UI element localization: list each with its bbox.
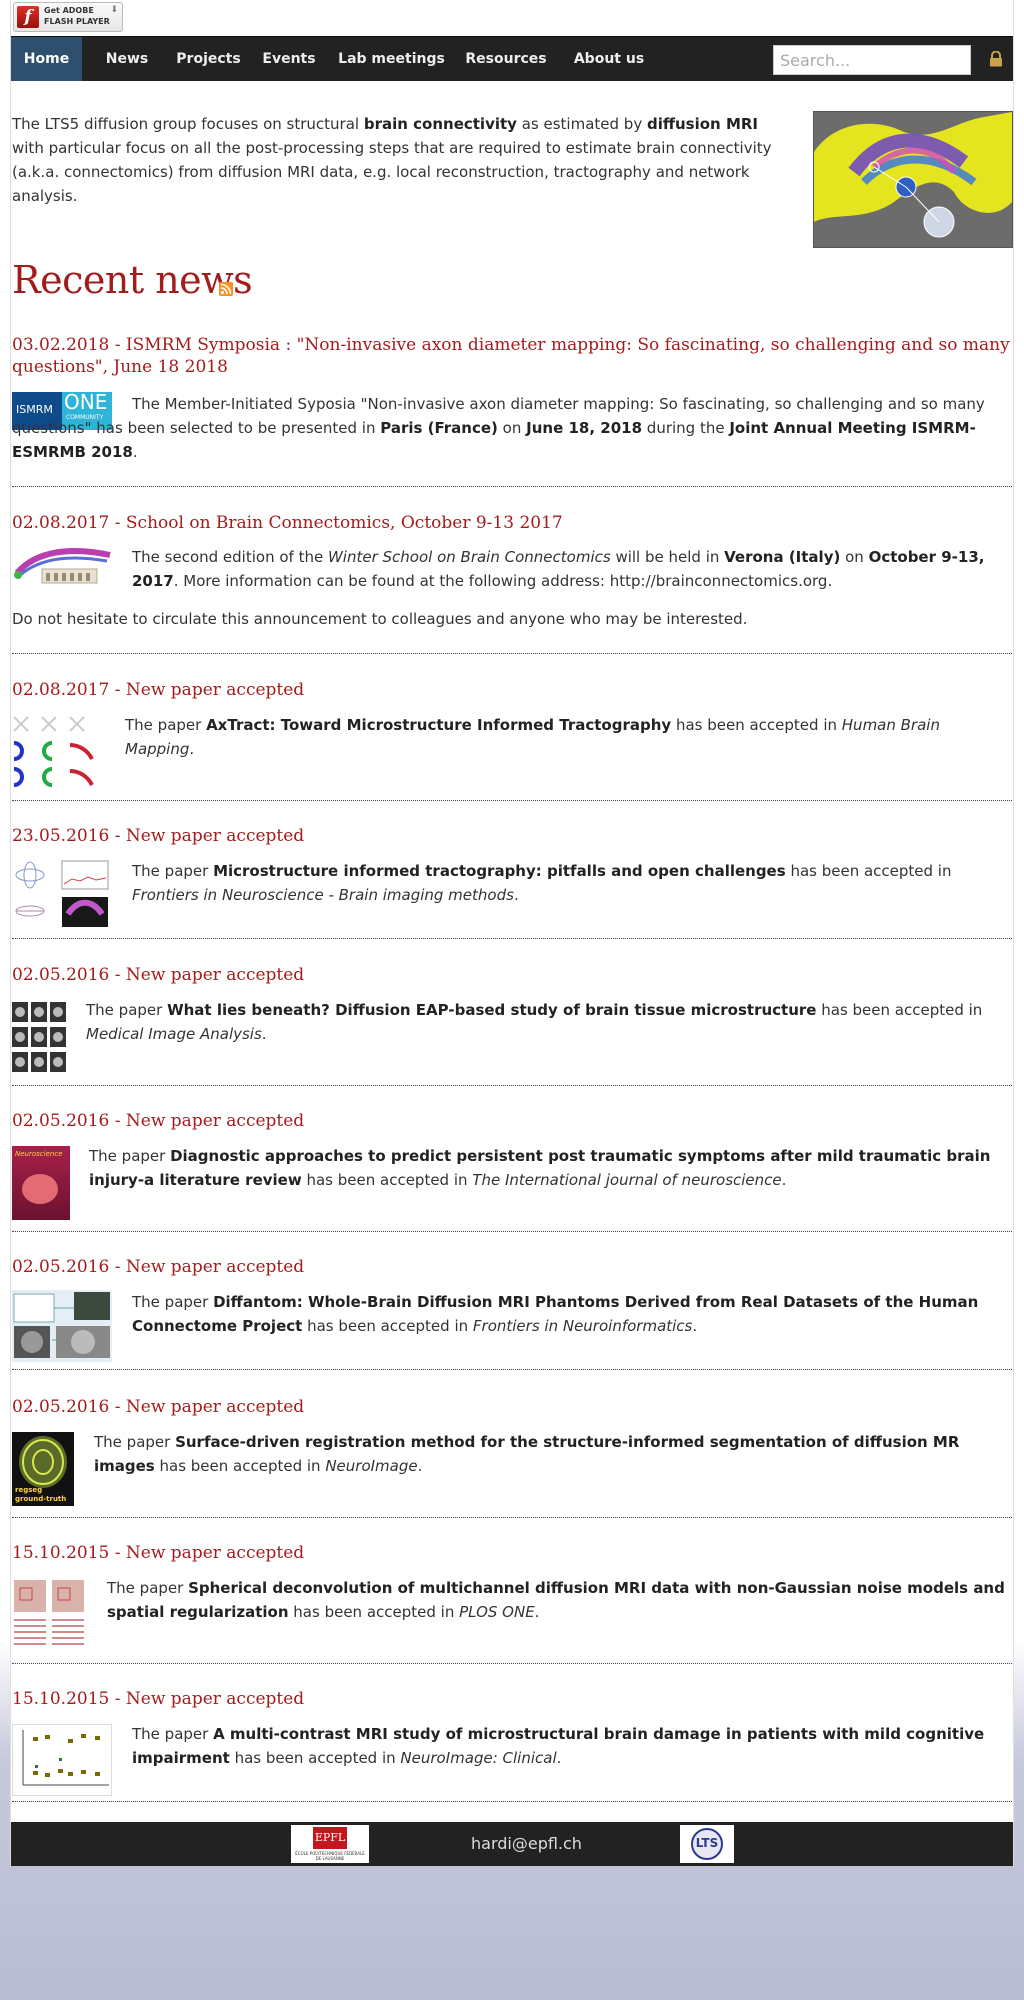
- news-separator: [12, 653, 1012, 654]
- news-separator: [12, 1801, 1012, 1802]
- news-separator: [12, 1369, 1012, 1370]
- news-item-body: The paper Spherical deconvolution of mul…: [107, 1579, 1005, 1621]
- news-item-title[interactable]: 03.02.2018 - ISMRM Symposia : "Non-invas…: [12, 334, 1012, 378]
- mci-study-thumbnail: [12, 1724, 112, 1796]
- nav-events[interactable]: Events: [254, 37, 324, 81]
- nav-lab-meetings[interactable]: Lab meetings: [333, 37, 450, 81]
- paper-title: AxTract: Toward Microstructure Informed …: [206, 716, 672, 734]
- news-item-body: The second edition of the Winter School …: [12, 548, 985, 628]
- regseg-thumbnail: regseg ground-truth: [12, 1432, 74, 1506]
- paper-title: Spherical deconvolution of multichannel …: [107, 1579, 1005, 1621]
- journal-name: NeuroImage: Clinical: [400, 1749, 557, 1767]
- news-item-body: The paper Diffantom: Whole-Brain Diffusi…: [132, 1293, 979, 1335]
- navbar: Home News Projects Events Lab meetings R…: [11, 36, 1013, 81]
- neuroscience-journal-thumbnail: Neuroscience: [12, 1146, 70, 1220]
- news-separator: [12, 1663, 1012, 1664]
- nav-resources[interactable]: Resources: [459, 37, 553, 81]
- news-item-title[interactable]: 02.05.2016 - New paper accepted: [12, 1110, 1012, 1132]
- lock-icon[interactable]: [989, 51, 1003, 67]
- paper-title: What lies beneath? Diffusion EAP-based s…: [167, 1001, 817, 1019]
- spherical-deconvolution-thumbnail: [12, 1578, 86, 1652]
- search-input[interactable]: [773, 45, 971, 75]
- news-item: 02.05.2016 - New paper accepted The pape…: [12, 964, 1012, 1086]
- page-container: f Get ADOBE FLASH PLAYER ⬇ Home News Pro…: [10, 0, 1014, 1866]
- news-item: 02.08.2017 - New paper accepted The pape…: [12, 679, 1012, 801]
- news-item-title[interactable]: 02.05.2016 - New paper accepted: [12, 964, 1012, 986]
- news-item-title[interactable]: 02.05.2016 - New paper accepted: [12, 1256, 1012, 1278]
- axtract-thumbnail: [12, 713, 106, 791]
- news-separator: [12, 1517, 1012, 1518]
- flash-player-badge[interactable]: f Get ADOBE FLASH PLAYER ⬇: [13, 2, 123, 32]
- epfl-logo[interactable]: EPFL ÉCOLE POLYTECHNIQUE FÉDÉRALE DE LAU…: [291, 1825, 369, 1863]
- diffantom-thumbnail: [12, 1290, 112, 1362]
- news-item-title[interactable]: 23.05.2016 - New paper accepted: [12, 825, 1012, 847]
- news-item-body: The paper What lies beneath? Diffusion E…: [86, 1001, 983, 1043]
- news-separator: [12, 938, 1012, 939]
- news-item: 23.05.2016 - New paper accepted The pape…: [12, 825, 1012, 939]
- news-item-title[interactable]: 02.05.2016 - New paper accepted: [12, 1396, 1012, 1418]
- footer: EPFL ÉCOLE POLYTECHNIQUE FÉDÉRALE DE LAU…: [11, 1822, 1013, 1866]
- news-item-body: The paper AxTract: Toward Microstructure…: [125, 716, 940, 758]
- eap-study-thumbnail: [12, 1002, 67, 1074]
- journal-name: Medical Image Analysis: [86, 1025, 262, 1043]
- intro-paragraph: The LTS5 diffusion group focuses on stru…: [12, 115, 772, 205]
- news-item: 03.02.2018 - ISMRM Symposia : "Non-invas…: [12, 334, 1012, 487]
- news-item-body: The Member-Initiated Syposia "Non-invasi…: [12, 395, 985, 461]
- news-item: 02.08.2017 - School on Brain Connectomic…: [12, 512, 1012, 654]
- news-item: 15.10.2015 - New paper accepted The pape…: [12, 1688, 1012, 1802]
- journal-name: Frontiers in Neuroscience - Brain imagin…: [132, 886, 514, 904]
- news-separator: [12, 1231, 1012, 1232]
- news-item-title[interactable]: 02.08.2017 - School on Brain Connectomic…: [12, 512, 1012, 534]
- news-separator: [12, 1085, 1012, 1086]
- news-item: 02.05.2016 - New paper accepted Neurosci…: [12, 1110, 1012, 1232]
- news-item-body: The paper Surface-driven registration me…: [94, 1433, 960, 1475]
- download-arrow-icon: ⬇: [110, 5, 118, 15]
- nav-projects[interactable]: Projects: [166, 37, 251, 81]
- brain-connectivity-image: [813, 111, 1013, 248]
- recent-news-heading: Recent news: [12, 258, 253, 302]
- news-item-body: The paper A multi-contrast MRI study of …: [132, 1725, 985, 1767]
- rss-feed-icon[interactable]: [219, 282, 233, 296]
- news-item: 02.05.2016 - New paper accepted The pape…: [12, 1256, 1012, 1370]
- news-item-title[interactable]: 02.08.2017 - New paper accepted: [12, 679, 1012, 701]
- nav-about-us[interactable]: About us: [564, 37, 654, 81]
- news-item-title[interactable]: 15.10.2015 - New paper accepted: [12, 1542, 1012, 1564]
- journal-name: NeuroImage: [325, 1457, 418, 1475]
- journal-name: Frontiers in Neuroinformatics: [472, 1317, 693, 1335]
- microstructure-tractography-thumbnail: [12, 859, 112, 929]
- lts-logo[interactable]: LTS: [680, 1825, 734, 1863]
- journal-name: PLOS ONE: [459, 1603, 535, 1621]
- contact-email-link[interactable]: hardi@epfl.ch: [471, 1822, 582, 1866]
- journal-name: The International journal of neuroscienc…: [472, 1171, 782, 1189]
- news-item-body: The paper Diagnostic approaches to predi…: [89, 1147, 991, 1189]
- flash-line2: FLASH PLAYER: [44, 17, 110, 26]
- news-item: 15.10.2015 - New paper accepted The pape…: [12, 1542, 1012, 1664]
- nav-home[interactable]: Home: [11, 37, 82, 81]
- news-item-body: The paper Microstructure informed tracto…: [132, 862, 952, 904]
- news-separator: [12, 486, 1012, 487]
- flash-logo-icon: f: [17, 6, 39, 28]
- flash-line1: Get ADOBE: [44, 6, 94, 15]
- news-separator: [12, 800, 1012, 801]
- news-item-title[interactable]: 15.10.2015 - New paper accepted: [12, 1688, 1012, 1710]
- news-item: 02.05.2016 - New paper accepted regseg g…: [12, 1396, 1012, 1518]
- nav-news[interactable]: News: [92, 37, 162, 81]
- paper-title: Microstructure informed tractography: pi…: [213, 862, 786, 880]
